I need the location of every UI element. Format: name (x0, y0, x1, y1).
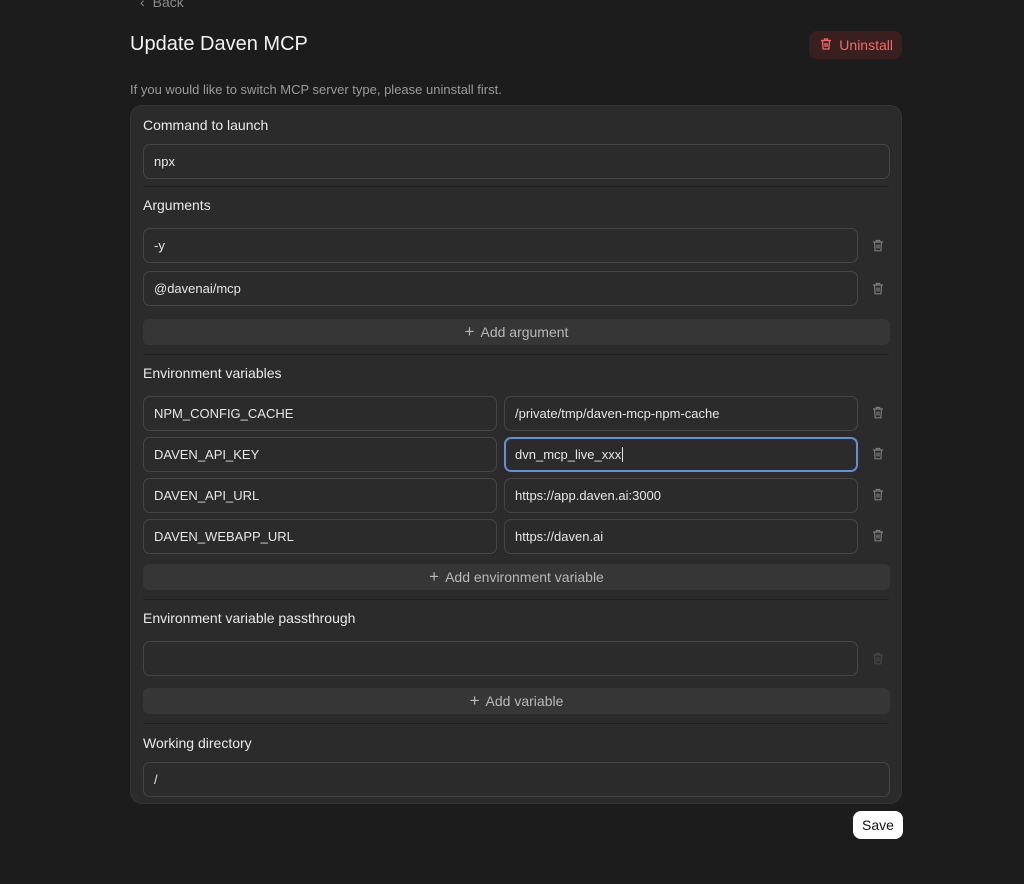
section-divider (143, 186, 889, 187)
text-caret (622, 447, 624, 462)
workdir-value: / (154, 772, 158, 787)
env-value-text: https://daven.ai (515, 529, 604, 544)
page-title: Update Daven MCP (130, 33, 308, 55)
plus-icon: + (464, 321, 475, 341)
env-key-value: DAVEN_API_URL (154, 488, 260, 503)
section-divider (143, 599, 889, 600)
delete-env-button[interactable] (871, 528, 885, 542)
env-key-input[interactable]: NPM_CONFIG_CACHE (143, 396, 497, 431)
add-argument-button[interactable]: + Add argument (143, 319, 890, 345)
trash-icon (873, 488, 883, 500)
trash-icon (873, 282, 883, 294)
trash-icon (819, 37, 833, 54)
uninstall-hint: If you would like to switch MCP server t… (130, 82, 502, 97)
save-button[interactable]: Save (853, 811, 903, 839)
plus-icon: + (469, 690, 480, 710)
env-key-input[interactable]: DAVEN_API_KEY (143, 437, 497, 472)
env-key-input[interactable]: DAVEN_API_URL (143, 478, 497, 513)
delete-passthrough-button[interactable] (871, 651, 885, 665)
back-link[interactable]: ‹ Back (140, 0, 184, 10)
trash-icon (873, 406, 883, 418)
env-value-text: /private/tmp/daven-mcp-npm-cache (515, 406, 720, 421)
passthrough-label: Environment variable passthrough (143, 610, 356, 626)
argument-input[interactable]: @davenai/mcp (143, 271, 858, 306)
env-key-value: NPM_CONFIG_CACHE (154, 406, 294, 421)
delete-env-button[interactable] (871, 405, 885, 419)
command-value: npx (154, 154, 175, 169)
plus-icon: + (429, 566, 440, 586)
trash-icon (873, 447, 883, 459)
add-env-label: Add environment variable (445, 569, 604, 585)
env-value-input[interactable]: https://daven.ai (504, 519, 858, 554)
env-key-input[interactable]: DAVEN_WEBAPP_URL (143, 519, 497, 554)
command-label: Command to launch (143, 117, 269, 133)
add-passthrough-label: Add variable (485, 693, 564, 709)
arguments-label: Arguments (143, 197, 211, 213)
env-key-value: DAVEN_API_KEY (154, 447, 260, 462)
delete-argument-button[interactable] (871, 281, 885, 295)
command-input[interactable]: npx (143, 144, 890, 179)
env-label: Environment variables (143, 365, 282, 381)
trash-icon (873, 529, 883, 541)
workdir-label: Working directory (143, 735, 252, 751)
back-label: Back (152, 0, 184, 10)
delete-env-button[interactable] (871, 446, 885, 460)
uninstall-label: Uninstall (839, 37, 893, 53)
add-env-button[interactable]: + Add environment variable (143, 564, 890, 590)
workdir-input[interactable]: / (143, 762, 890, 797)
uninstall-button[interactable]: Uninstall (809, 31, 902, 59)
section-divider (143, 354, 889, 355)
add-passthrough-button[interactable]: + Add variable (143, 688, 890, 714)
trash-icon (873, 239, 883, 251)
add-argument-label: Add argument (480, 324, 569, 340)
argument-input[interactable]: -y (143, 228, 858, 263)
env-value-input[interactable]: /private/tmp/daven-mcp-npm-cache (504, 396, 858, 431)
env-key-value: DAVEN_WEBAPP_URL (154, 529, 294, 544)
page-header: Update Daven MCP Uninstall (130, 31, 902, 61)
trash-icon (873, 652, 883, 664)
argument-value: -y (154, 238, 165, 253)
passthrough-input[interactable] (143, 641, 858, 676)
env-value-input[interactable]: https://app.daven.ai:3000 (504, 478, 858, 513)
delete-env-button[interactable] (871, 487, 885, 501)
delete-argument-button[interactable] (871, 238, 885, 252)
mcp-config-panel: Command to launch npx Arguments -y @dave… (130, 105, 902, 804)
chevron-left-icon: ‹ (140, 0, 145, 10)
argument-value: @davenai/mcp (154, 281, 241, 296)
env-value-text: https://app.daven.ai:3000 (515, 488, 662, 503)
section-divider (143, 723, 889, 724)
env-value-text: dvn_mcp_live_xxx (515, 447, 622, 462)
env-value-input[interactable]: dvn_mcp_live_xxx (504, 437, 858, 472)
